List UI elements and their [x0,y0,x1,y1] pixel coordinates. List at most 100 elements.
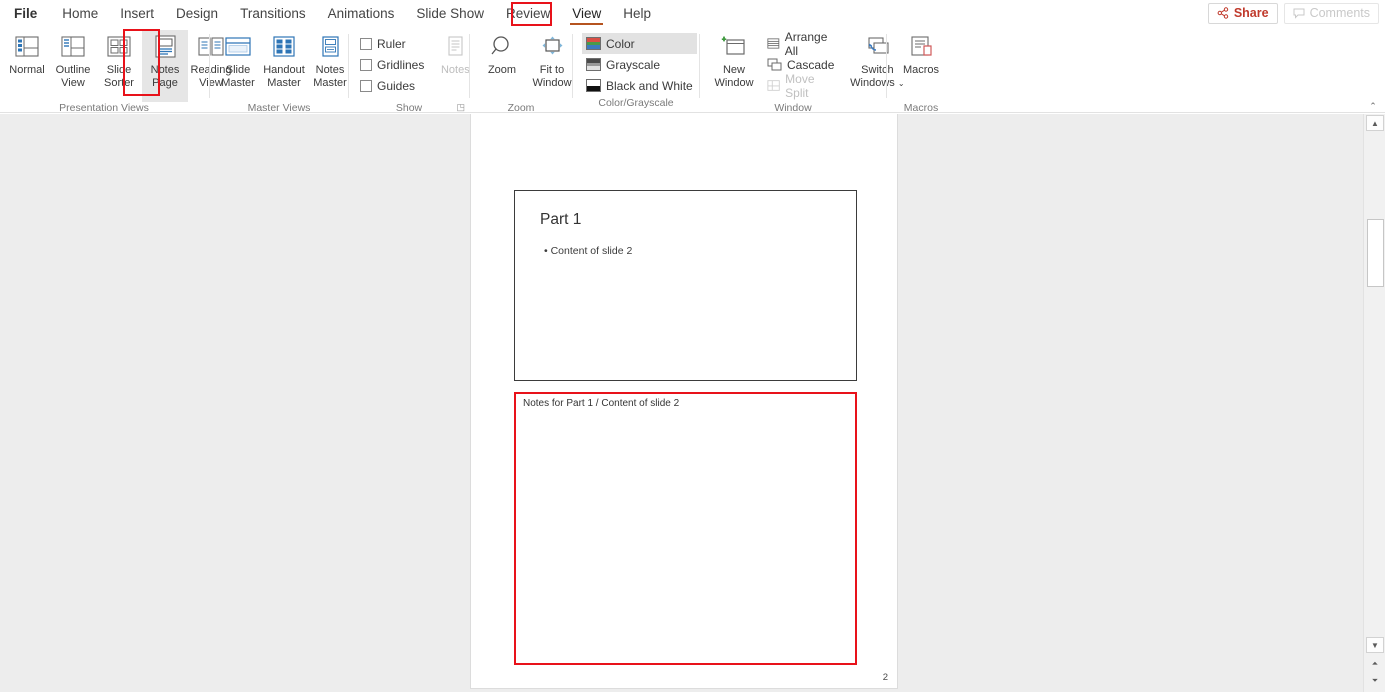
outline-view-button[interactable]: Outline View [50,30,96,102]
tab-transitions-label: Transitions [240,6,306,21]
share-button[interactable]: Share [1207,2,1278,24]
slide-bullet-text: • Content of slide 2 [544,245,633,257]
move-split-label: Move Split [785,71,815,100]
tab-slide-show-label: Slide Show [416,6,484,21]
group-divider [886,34,887,98]
color-label: Color [606,36,635,51]
cascade-label: Cascade [787,57,835,72]
comments-button[interactable]: Comments [1283,2,1379,24]
magnifier-icon [491,36,509,55]
share-button-label: Share [1233,6,1269,20]
tab-help[interactable]: Help [612,0,662,27]
arrange-all-icon [767,38,780,49]
guides-checkbox[interactable]: Guides [356,75,428,96]
group-divider [469,34,470,98]
next-slide-button[interactable]: ⏷ [1366,673,1384,688]
tab-slide-show[interactable]: Slide Show [405,0,495,27]
notes-page-canvas[interactable]: Part 1 • Content of slide 2 Notes for Pa… [470,114,898,689]
scrollbar-track[interactable] [1364,131,1385,636]
show-dialog-launcher[interactable]: ◳ [456,103,465,112]
group-color-grayscale: Color Grayscale Black and White Color/Gr… [574,27,698,113]
normal-view-label: Normal [9,64,45,76]
tab-design[interactable]: Design [165,0,229,27]
tab-insert-label: Insert [120,6,155,21]
slide-sorter-button[interactable]: Slide Sorter [96,30,142,102]
tab-view[interactable]: View [561,0,612,27]
notes-page-button[interactable]: Notes Page [142,30,188,102]
tab-view-label: View [572,6,602,21]
new-window-icon [721,36,745,55]
fit-to-window-button[interactable]: Fit to Window [525,30,579,102]
handout-master-button[interactable]: Handout Master [261,30,307,102]
checkbox-box [360,79,372,92]
arrange-all-button[interactable]: Arrange All [763,30,838,58]
color-mode-color[interactable]: Color [582,33,697,54]
group-label-color-grayscale: Color/Grayscale [598,97,674,109]
notes-page-label: Notes Page [150,64,180,89]
slide-title: Part 1 [540,211,582,228]
group-presentation-views: Normal Outline View Slide Sorter Notes P… [0,27,231,114]
group-zoom: Zoom Fit to Window Zoom [471,27,572,114]
scroll-down-button[interactable]: ▼ [1366,637,1384,653]
notes-text: Notes for Part 1 / Content of slide 2 [523,398,680,409]
group-master-views: Slide Master Handout Master Notes Master… [211,27,347,114]
slide-master-label: Slide Master [221,64,255,89]
gridlines-label: Gridlines [377,57,425,72]
new-window-button[interactable]: New Window [707,30,761,102]
color-mode-grayscale[interactable]: Grayscale [582,54,697,75]
collapse-ribbon-button[interactable]: ⌃ [1365,99,1381,113]
powerpoint-window: File Home Insert Design Transitions Anim… [0,0,1385,692]
gridlines-checkbox[interactable]: Gridlines [356,54,428,75]
notes-page-workspace: Part 1 • Content of slide 2 Notes for Pa… [0,114,1363,692]
window-commands-list: Arrange All Cascade Move Split [763,30,838,100]
vertical-scrollbar[interactable]: ▲ ▼ ⏶ ⏷ [1363,114,1385,692]
color-mode-black-and-white[interactable]: Black and White [582,75,697,96]
group-show: Ruler Gridlines Guides Notes Show ◳ [350,27,470,114]
page-number: 2 [882,672,888,683]
tab-help-label: Help [623,6,652,21]
slide-master-button[interactable]: Slide Master [215,30,261,102]
notes-placeholder[interactable]: Notes for Part 1 / Content of slide 2 [514,392,857,665]
notes-master-button[interactable]: Notes Master [307,30,353,102]
new-window-label: New Window [714,64,754,89]
fit-to-window-icon [542,36,563,55]
black-and-white-label: Black and White [606,78,693,93]
group-divider [699,34,700,98]
slide-sorter-label: Slide Sorter [104,64,134,89]
normal-view-button[interactable]: Normal [4,30,50,102]
blackwhite-swatch-icon [586,79,601,92]
comments-button-label: Comments [1309,6,1370,20]
zoom-button[interactable]: Zoom [479,30,525,102]
tab-file-label: File [14,6,38,21]
move-split-button[interactable]: Move Split [763,72,838,100]
tab-insert[interactable]: Insert [109,0,165,27]
grayscale-swatch-icon [586,58,601,71]
group-window: New Window Arrange All Cascade Move Spli… [701,27,904,115]
tab-review[interactable]: Review [495,0,561,27]
tab-animations[interactable]: Animations [317,0,406,27]
notes-pane-icon [448,36,463,56]
notes-master-icon [322,36,339,57]
slide-thumbnail[interactable]: Part 1 • Content of slide 2 [514,190,857,381]
tab-file[interactable]: File [0,0,51,27]
group-divider [572,34,573,98]
share-icon [1217,7,1229,19]
tab-animations-label: Animations [327,6,395,21]
tab-review-label: Review [505,6,551,21]
macros-icon [911,36,932,56]
tab-transitions[interactable]: Transitions [229,0,317,27]
ruler-checkbox[interactable]: Ruler [356,33,428,54]
move-split-icon [767,80,780,91]
tab-home-label: Home [62,6,99,21]
macros-button[interactable]: Macros [898,30,944,102]
checkbox-box [360,58,372,71]
scroll-up-button[interactable]: ▲ [1366,115,1384,131]
guides-label: Guides [377,78,416,93]
title-bar-actions: Share Comments [1207,2,1379,24]
previous-slide-button[interactable]: ⏶ [1366,656,1384,671]
slide-master-icon [225,37,251,56]
tab-home[interactable]: Home [51,0,109,27]
scrollbar-thumb[interactable] [1367,219,1384,287]
ribbon-tab-strip: File Home Insert Design Transitions Anim… [0,0,1385,27]
outline-view-icon [61,36,85,57]
